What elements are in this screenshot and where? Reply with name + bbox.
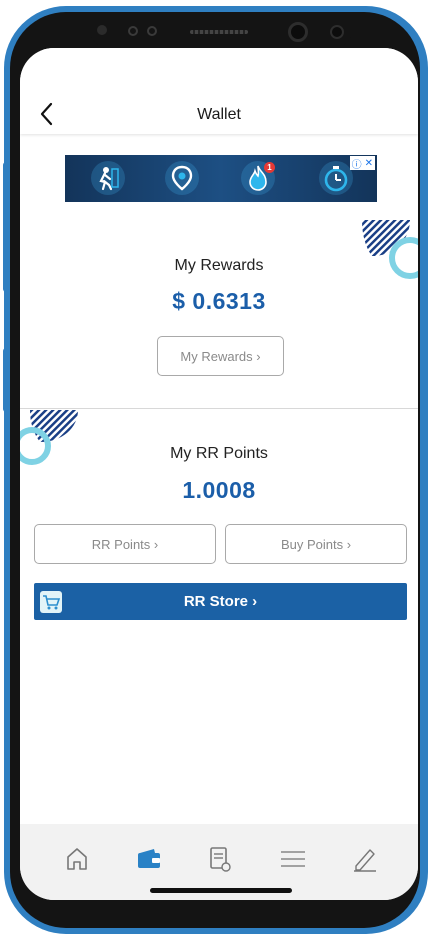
edit-icon <box>354 849 376 872</box>
decorative-shape <box>20 410 78 465</box>
my-rewards-button[interactable]: My Rewards › <box>157 336 284 376</box>
decorative-shape <box>362 220 418 279</box>
rewards-label: My Rewards <box>174 257 264 274</box>
sensor-icon <box>128 26 138 36</box>
buy-points-button[interactable]: Buy Points › <box>225 524 407 564</box>
side-button <box>3 348 9 412</box>
nav-home[interactable] <box>62 844 92 874</box>
stopwatch-icon <box>319 161 353 195</box>
home-icon <box>67 848 87 870</box>
ad-close-button[interactable]: ⓘ ✕ <box>349 156 375 171</box>
info-icon: ⓘ <box>351 159 362 171</box>
exit-icon <box>91 161 125 195</box>
rr-store-button[interactable]: RR Store › <box>34 583 407 620</box>
rewards-value: $ 0.6313 <box>172 288 266 314</box>
nav-menu[interactable] <box>278 844 308 874</box>
app-header: Wallet <box>20 48 418 134</box>
points-label: My RR Points <box>170 445 268 462</box>
screen: Wallet 1 ⓘ ✕ My Rewards $ 0.6313 My Rewa… <box>20 48 418 900</box>
ad-banner[interactable]: 1 ⓘ ✕ <box>65 155 377 202</box>
speaker-grill <box>190 30 248 34</box>
nav-edit[interactable] <box>350 844 380 874</box>
nav-wallet[interactable] <box>134 844 164 874</box>
points-value: 1.0008 <box>182 477 256 503</box>
close-icon: ✕ <box>364 157 373 169</box>
camera-icon <box>288 22 308 42</box>
sensor-icon <box>147 26 157 36</box>
home-indicator <box>150 888 292 893</box>
receipt-icon <box>210 847 231 872</box>
location-pin-icon <box>165 161 199 195</box>
sensor-icon <box>97 25 107 35</box>
notification-badge: 1 <box>264 162 275 173</box>
camera-icon <box>330 25 344 39</box>
fire-icon: 1 <box>241 161 275 195</box>
wallet-icon <box>138 849 160 868</box>
nav-receipt[interactable] <box>205 844 235 874</box>
menu-icon <box>281 851 305 867</box>
rr-points-button[interactable]: RR Points › <box>34 524 216 564</box>
store-label: RR Store › <box>183 593 258 610</box>
page-title: Wallet <box>197 106 241 123</box>
volume-button <box>3 162 9 292</box>
